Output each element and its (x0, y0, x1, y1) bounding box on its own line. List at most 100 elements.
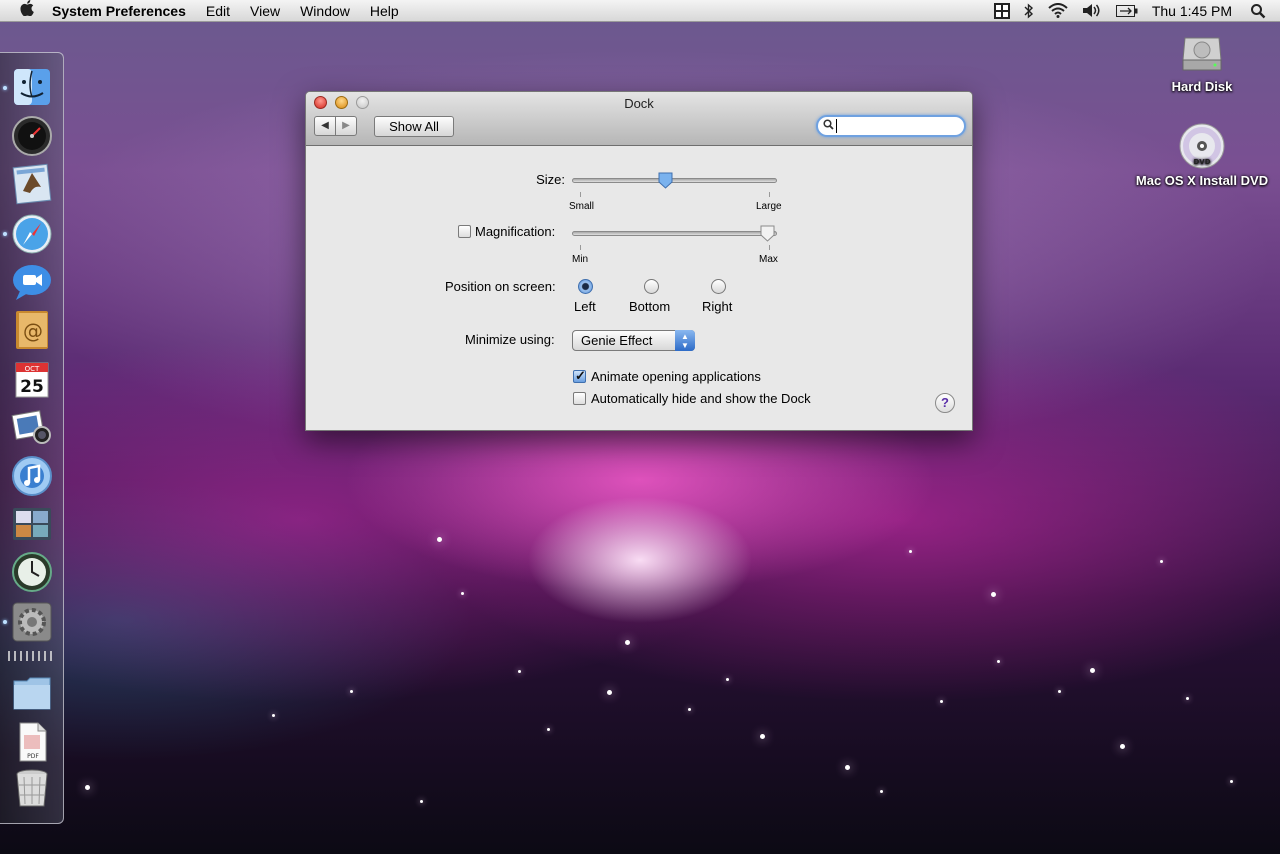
spaces-icon[interactable] (993, 2, 1010, 19)
ichat-icon[interactable] (10, 261, 54, 303)
star (350, 690, 353, 693)
running-indicator (3, 86, 7, 90)
hard-disk-icon (1182, 37, 1222, 71)
size-slider[interactable] (572, 178, 777, 183)
star (1160, 560, 1163, 563)
desktop-icon-label: Hard Disk (1171, 79, 1233, 94)
size-slider-thumb[interactable] (658, 172, 673, 189)
apple-menu-icon[interactable] (16, 0, 38, 21)
svg-text:OCT: OCT (25, 365, 40, 373)
show-all-button[interactable]: Show All (374, 116, 454, 137)
star (518, 670, 521, 673)
svg-text:25: 25 (20, 377, 44, 397)
menu-clock[interactable]: Thu 1:45 PM (1152, 3, 1232, 19)
star (760, 734, 765, 739)
dock: @ OCT 25 PDF (0, 52, 64, 824)
safari-icon[interactable] (10, 213, 54, 255)
star (461, 592, 464, 595)
position-left-radio[interactable] (578, 279, 593, 294)
animate-opening-label[interactable]: Animate opening applications (591, 369, 761, 384)
running-indicator (3, 620, 7, 624)
star (991, 592, 996, 597)
autohide-checkbox[interactable] (573, 392, 586, 405)
position-label: Position on screen: (445, 279, 556, 294)
star (1186, 697, 1189, 700)
minimize-effect-popup[interactable]: Genie Effect ▲ ▼ (572, 330, 695, 351)
time-machine-icon[interactable] (10, 551, 54, 593)
star (880, 790, 883, 793)
magnification-min-label: Min (572, 254, 589, 265)
back-button[interactable]: ◀ (314, 116, 336, 136)
star (845, 765, 850, 770)
size-min-label: Small (569, 201, 595, 212)
bluetooth-icon[interactable] (1024, 2, 1034, 19)
position-bottom-label[interactable]: Bottom (629, 299, 670, 314)
star (85, 785, 90, 790)
menu-bar: System Preferences Edit View Window Help… (0, 0, 1280, 22)
dvd-badge: DVD (1193, 158, 1210, 166)
volume-icon[interactable] (1082, 3, 1102, 18)
star (997, 660, 1000, 663)
documents-stack-icon[interactable] (10, 671, 54, 713)
star (420, 800, 423, 803)
star (1230, 780, 1233, 783)
menu-edit[interactable]: Edit (206, 3, 230, 19)
star (1090, 668, 1095, 673)
mail-icon[interactable] (10, 163, 54, 205)
star (909, 550, 912, 553)
animate-opening-checkbox[interactable] (573, 368, 586, 384)
star (1120, 744, 1125, 749)
finder-icon[interactable] (10, 67, 54, 109)
size-label: Size: (536, 172, 565, 187)
dock-preferences-window: Dock ◀ ▶ Show All Size: Small Large Magn… (305, 91, 973, 431)
magnification-slider-thumb[interactable] (760, 225, 775, 242)
position-right-label[interactable]: Right (702, 299, 732, 314)
search-input[interactable] (816, 115, 966, 137)
magnification-max-label: Max (759, 254, 778, 265)
magnification-slider[interactable] (572, 231, 777, 236)
forward-arrow-icon: ▶ (342, 120, 350, 131)
system-preferences-icon[interactable] (10, 601, 54, 643)
minimize-effect-value: Genie Effect (581, 333, 653, 348)
iphoto-icon[interactable] (10, 407, 54, 449)
star (625, 640, 630, 645)
itunes-icon[interactable] (10, 455, 54, 497)
spotlight-icon[interactable] (1250, 3, 1266, 19)
trash-icon[interactable] (10, 767, 54, 809)
autohide-label[interactable]: Automatically hide and show the Dock (591, 391, 811, 406)
magnification-tick (769, 245, 770, 250)
size-tick (769, 192, 770, 197)
window-titlebar[interactable]: Dock ◀ ▶ Show All (306, 92, 972, 146)
star (547, 728, 550, 731)
magnification-checkbox[interactable] (458, 225, 471, 238)
position-right-radio[interactable] (711, 279, 726, 294)
window-title: Dock (624, 96, 654, 111)
minimize-label: Minimize using: (465, 332, 555, 347)
popup-arrows-icon: ▲ ▼ (675, 330, 695, 351)
svg-text:@: @ (23, 319, 43, 343)
back-arrow-icon: ◀ (321, 120, 329, 131)
dock-separator[interactable] (8, 651, 56, 661)
desktop-icon-install-dvd[interactable]: DVD Mac OS X Install DVD (1134, 122, 1270, 188)
menu-window[interactable]: Window (300, 3, 350, 19)
address-book-icon[interactable]: @ (10, 309, 54, 351)
spaces-app-icon[interactable] (10, 503, 54, 545)
menu-help[interactable]: Help (370, 3, 399, 19)
star (688, 708, 691, 711)
position-left-label[interactable]: Left (574, 299, 596, 314)
star (940, 700, 943, 703)
wifi-icon[interactable] (1048, 3, 1068, 18)
dashboard-icon[interactable] (10, 115, 54, 157)
pdf-document-icon[interactable]: PDF (10, 721, 54, 763)
menu-view[interactable]: View (250, 3, 280, 19)
app-menu-system-preferences[interactable]: System Preferences (52, 3, 186, 19)
battery-icon[interactable] (1115, 4, 1138, 17)
star (607, 690, 612, 695)
ical-icon[interactable]: OCT 25 (10, 359, 54, 401)
star (726, 678, 729, 681)
search-icon (823, 119, 834, 133)
forward-button[interactable]: ▶ (335, 116, 357, 136)
position-bottom-radio[interactable] (644, 279, 659, 294)
help-button[interactable]: ? (935, 393, 955, 413)
desktop-icon-hard-disk[interactable]: Hard Disk (1150, 30, 1254, 94)
